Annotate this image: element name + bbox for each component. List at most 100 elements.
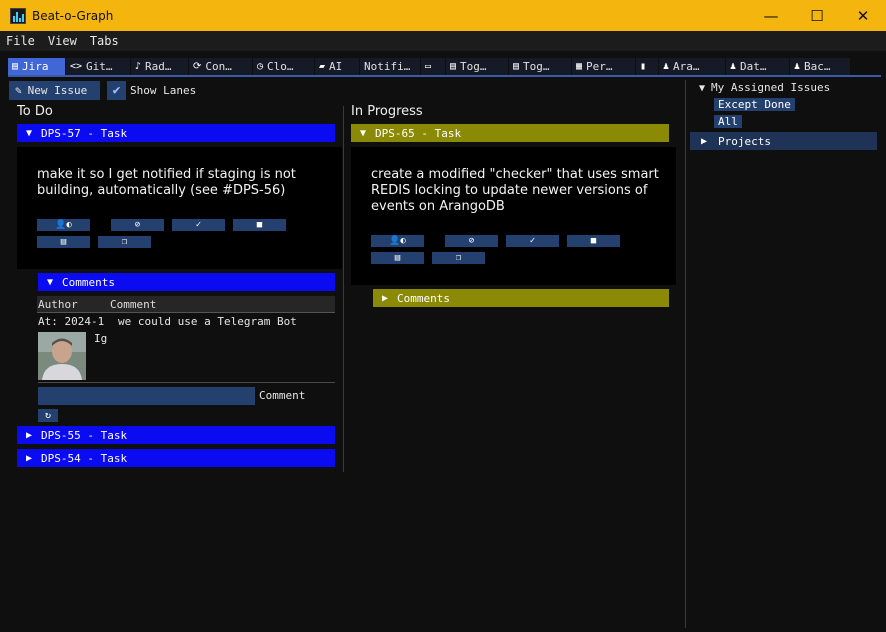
- comments-table-header: Author Comment: [37, 296, 335, 313]
- assign-user-button[interactable]: 👤◐: [37, 219, 90, 231]
- check-icon: ✓: [195, 220, 202, 230]
- close-button[interactable]: ✕: [840, 0, 886, 31]
- tab-jira[interactable]: ▤ Jira: [8, 58, 65, 75]
- issue-header-dps-54[interactable]: ▶ DPS-54 - Task: [17, 449, 335, 467]
- copy-button[interactable]: ❐: [432, 252, 485, 264]
- calendar-icon: ▦: [576, 61, 583, 72]
- refresh-icon: ↻: [44, 410, 52, 421]
- done-button[interactable]: ✓: [506, 235, 559, 247]
- issue-description: create a modified "checker" that uses sm…: [371, 167, 659, 214]
- comment-text: we could use a Telegram Bot: [118, 315, 297, 328]
- refresh-comments-button[interactable]: ↻: [38, 409, 58, 422]
- briefcase-button[interactable]: ■: [233, 219, 286, 231]
- browser-window-icon: ▤: [394, 253, 401, 263]
- comments-header[interactable]: ▼ Comments: [38, 273, 335, 291]
- new-issue-button[interactable]: ✎ New Issue: [9, 81, 100, 100]
- users-icon: ♟: [794, 61, 801, 72]
- lane-divider: [343, 106, 344, 472]
- issue-header-dps-55[interactable]: ▶ DPS-55 - Task: [17, 426, 335, 444]
- projects-node[interactable]: ▶ Projects: [690, 132, 877, 150]
- tab-remote[interactable]: ▮: [636, 58, 658, 75]
- copy-button[interactable]: ❐: [98, 236, 151, 248]
- document-icon: ▤: [450, 61, 457, 72]
- issue-card-dps-65: create a modified "checker" that uses sm…: [351, 147, 676, 285]
- copy-icon: ❐: [455, 253, 462, 263]
- window-title: Beat-o-Graph: [32, 8, 114, 23]
- tab-clock[interactable]: ◷ Clo…: [253, 58, 314, 75]
- collapsed-triangle-icon: ▶: [25, 429, 33, 441]
- document-check-icon: ▤: [513, 61, 520, 72]
- done-button[interactable]: ✓: [172, 219, 225, 231]
- blocked-icon: ⊘: [468, 236, 475, 246]
- checkmark-icon: ✔: [112, 83, 121, 98]
- issue-card-dps-57: make it so I get notified if staging is …: [17, 147, 342, 269]
- menu-file[interactable]: File: [0, 34, 42, 48]
- todo-lane-title: To Do: [17, 104, 53, 119]
- tab-notifications[interactable]: Notifi…: [360, 58, 420, 75]
- expanded-triangle-icon: ▼: [699, 83, 706, 94]
- all-filter[interactable]: All: [714, 115, 742, 128]
- except-done-filter[interactable]: Except Done: [714, 98, 795, 111]
- expanded-triangle-icon: ▼: [359, 127, 367, 139]
- tab-bar: ▤ Jira <> Git… ♪ Rad… ⟳ Con… ◷ Clo… ▰ AI Notif…: [8, 58, 881, 77]
- assigned-issues-node[interactable]: ▼ My Assigned Issues: [699, 81, 830, 94]
- menu-bar: File View Tabs: [0, 31, 886, 51]
- tab-arango[interactable]: ♟ Ara…: [659, 58, 725, 75]
- user-toggle-icon: 👤◐: [389, 236, 406, 246]
- maximize-button[interactable]: ☐: [794, 0, 840, 31]
- tab-bac[interactable]: ♟ Bac…: [790, 58, 850, 75]
- tab-con[interactable]: ⟳ Con…: [189, 58, 252, 75]
- tab-git[interactable]: <> Git…: [66, 58, 130, 75]
- block-button[interactable]: ⊘: [111, 219, 164, 231]
- remote-icon: ▮: [640, 61, 647, 72]
- tab-ai[interactable]: ▰ AI: [315, 58, 359, 75]
- minimize-button[interactable]: —: [748, 0, 794, 31]
- open-browser-button[interactable]: ▤: [371, 252, 424, 264]
- tab-radio[interactable]: ♪ Rad…: [131, 58, 188, 75]
- show-lanes-checkbox[interactable]: ✔: [107, 81, 126, 100]
- issue-header-dps-65[interactable]: ▼ DPS-65 - Task: [351, 124, 669, 142]
- collapsed-triangle-icon: ▶: [25, 452, 33, 464]
- laptop-icon: ▭: [425, 61, 432, 72]
- briefcase-icon: ■: [256, 220, 263, 230]
- tab-per[interactable]: ▦ Per…: [572, 58, 635, 75]
- user-toggle-icon: 👤◐: [55, 220, 72, 230]
- issue-header-dps-57[interactable]: ▼ DPS-57 - Task: [17, 124, 335, 142]
- check-icon: ✓: [529, 236, 536, 246]
- comment-author-date: At: 2024-1: [38, 315, 105, 328]
- comments-header[interactable]: ▶ Comments: [373, 289, 669, 307]
- chat-icon: ▰: [319, 61, 326, 72]
- music-note-icon: ♪: [135, 61, 142, 72]
- app-logo-icon: [10, 7, 26, 24]
- tab-dat[interactable]: ♟ Dat…: [726, 58, 789, 75]
- assign-user-button[interactable]: 👤◐: [371, 235, 424, 247]
- collapsed-triangle-icon: ▶: [700, 135, 708, 147]
- pencil-icon: ✎: [15, 84, 22, 97]
- blocked-icon: ⊘: [134, 220, 141, 230]
- sync-icon: ⟳: [193, 61, 202, 72]
- comment-input[interactable]: [38, 387, 255, 405]
- comment-author-name: Ig: [94, 332, 108, 345]
- users-icon: ♟: [663, 61, 670, 72]
- open-browser-button[interactable]: ▤: [37, 236, 90, 248]
- tab-toggle-2[interactable]: ▤ Tog…: [509, 58, 571, 75]
- document-icon: ▤: [12, 61, 19, 72]
- copy-icon: ❐: [121, 237, 128, 247]
- menu-view[interactable]: View: [42, 34, 84, 48]
- expanded-triangle-icon: ▼: [25, 127, 33, 139]
- column-comment: Comment: [110, 298, 157, 311]
- collapsed-triangle-icon: ▶: [381, 292, 389, 304]
- watch-icon: ◷: [257, 61, 264, 72]
- users-icon: ♟: [730, 61, 737, 72]
- tab-laptop[interactable]: ▭: [421, 58, 445, 75]
- block-button[interactable]: ⊘: [445, 235, 498, 247]
- tab-toggle-1[interactable]: ▤ Tog…: [446, 58, 508, 75]
- inprogress-lane-title: In Progress: [351, 104, 423, 119]
- comment-input-label: Comment: [259, 389, 306, 402]
- column-author: Author: [38, 298, 78, 311]
- code-icon: <>: [70, 61, 83, 72]
- briefcase-button[interactable]: ■: [567, 235, 620, 247]
- comments-divider: [38, 382, 335, 383]
- avatar: [38, 332, 86, 380]
- menu-tabs[interactable]: Tabs: [84, 34, 126, 48]
